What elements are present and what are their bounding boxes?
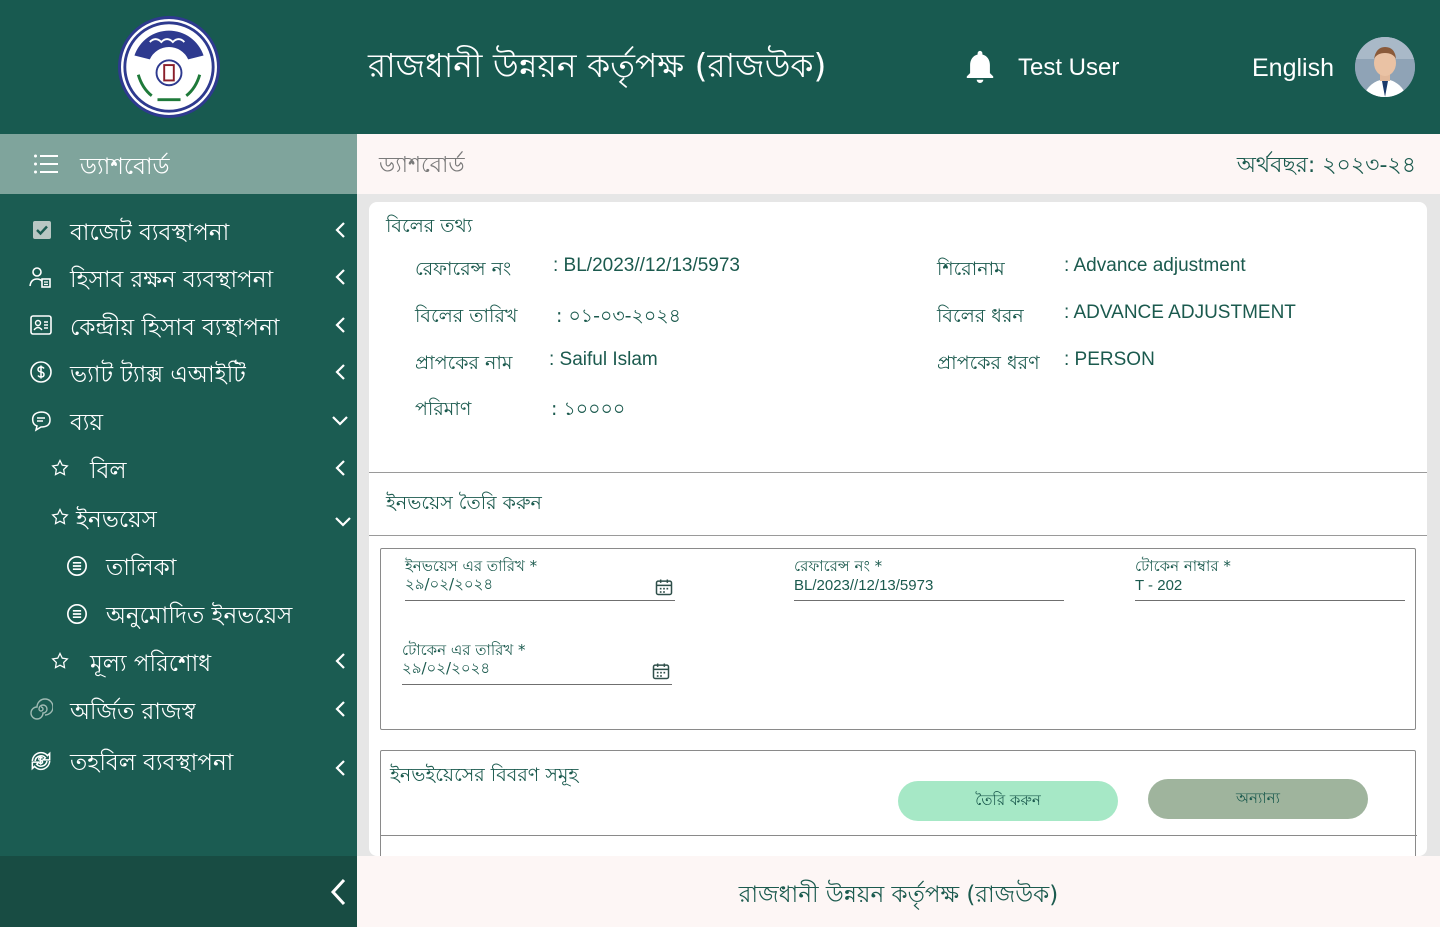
spiral-icon (30, 698, 53, 720)
payee-label: প্রাপকের নাম (415, 352, 513, 374)
chevron-down-icon (332, 416, 348, 426)
sidebar-item-bill[interactable]: বিল (0, 446, 357, 490)
collapse-sidebar-icon[interactable] (326, 876, 350, 908)
star-icon (51, 508, 69, 525)
divider (369, 535, 1427, 536)
create-invoice-button[interactable]: তৈরি করুন (898, 781, 1118, 821)
chevron-left-icon (335, 701, 345, 717)
sidebar-item-invoice[interactable]: ইনভয়েস (0, 495, 357, 539)
token-number-input[interactable] (1135, 575, 1405, 601)
chevron-left-icon (335, 653, 345, 669)
user-accounting-icon (29, 267, 51, 288)
sidebar-item-label: ব্যয় (70, 410, 104, 436)
sidebar-item-label: বাজেট ব্যবস্থাপনা (70, 220, 230, 246)
content-header: ড্যাশবোর্ড অর্থবছর: ২০২৩-২৪ (357, 134, 1440, 194)
sidebar-item-approved-invoice[interactable]: অনুমোদিত ইনভয়েস (0, 591, 357, 635)
sidebar-item-label: বিল (90, 458, 127, 484)
rajuk-logo (118, 16, 220, 118)
central-account-icon (30, 315, 52, 335)
sidebar-item-label: তহবিল ব্যবস্থাপনা (70, 750, 234, 776)
bill-info-title: বিলের তথ্য (386, 215, 473, 237)
user-avatar[interactable] (1355, 37, 1415, 97)
chevron-left-icon (335, 364, 345, 380)
amount-value: : ১০০০০ (551, 398, 626, 420)
bill-date-label: বিলের তারিখ (415, 305, 518, 327)
sidebar-item-revenue[interactable]: অর্জিত রাজস্ব (0, 687, 357, 731)
fund-exchange-icon (31, 751, 51, 771)
invoice-card: বিলের তথ্য রেফারেন্স নং : BL/2023//12/13… (369, 202, 1427, 856)
sidebar-item-label: কেন্দ্রীয় হিসাব ব্যস্থাপনা (70, 315, 280, 341)
checkbox-icon (33, 221, 51, 239)
invoice-details-title: ইনভইয়েসের বিবরণ সমূহ (390, 764, 579, 786)
sidebar-item-dashboard[interactable]: ড্যাশবোর্ড (0, 134, 357, 194)
sidebar-footer (0, 856, 357, 927)
invoice-form-box: ইনভয়েস এর তারিখ * রেফারেন্স নং * টোকেন … (380, 548, 1416, 730)
create-invoice-title: ইনভয়েস তৈরি করুন (386, 492, 542, 514)
notification-bell-icon[interactable] (962, 50, 998, 86)
sidebar-item-fund-management[interactable]: তহবিল ব্যবস্থাপনা (0, 738, 357, 782)
chevron-left-icon (335, 269, 345, 285)
chevron-left-icon (335, 460, 345, 476)
bill-date-value: : ০১-০৩-২০২৪ (556, 305, 681, 327)
invoice-ref-input[interactable] (794, 575, 1064, 601)
page-footer: রাজধানী উন্নয়ন কর্তৃপক্ষ (রাজউক) (357, 856, 1440, 927)
chevron-left-icon (335, 317, 345, 333)
list-circle-icon (67, 604, 87, 624)
language-toggle[interactable]: English (1252, 54, 1334, 83)
chevron-left-icon (335, 760, 345, 776)
chevron-down-icon (335, 517, 351, 527)
sidebar-item-vat-tax[interactable]: ভ্যাট ট্যাক্স এআইটি (0, 350, 357, 394)
ref-label: রেফারেন্স নং (415, 258, 512, 280)
sidebar-item-label: তালিকা (106, 555, 177, 581)
heading-value: : Advance adjustment (1064, 255, 1246, 276)
payee-type-value: : PERSON (1064, 349, 1155, 370)
sidebar-item-accounting[interactable]: হিসাব রক্ষন ব্যবস্থাপনা (0, 255, 357, 299)
expense-icon (31, 411, 51, 432)
sidebar-dashboard-label: ড্যাশবোর্ড (80, 154, 170, 180)
sidebar-item-central-accounts[interactable]: কেন্দ্রীয় হিসাব ব্যস্থাপনা (0, 303, 357, 347)
payee-value: : Saiful Islam (549, 349, 658, 370)
breadcrumb[interactable]: ড্যাশবোর্ড (379, 148, 465, 185)
user-name[interactable]: Test User (1018, 54, 1119, 82)
chevron-left-icon (335, 222, 345, 238)
calendar-icon[interactable] (654, 577, 674, 597)
sidebar-item-label: অনুমোদিত ইনভয়েস (106, 603, 293, 629)
list-circle-icon (67, 556, 87, 576)
divider (369, 472, 1427, 473)
sidebar-item-label: মূল্য পরিশোধ (90, 651, 212, 677)
ref-value: : BL/2023//12/13/5973 (553, 255, 740, 276)
menu-icon[interactable] (34, 154, 58, 174)
star-icon (51, 459, 69, 476)
other-button[interactable]: অন্যান্য (1148, 779, 1368, 819)
sidebar-item-label: ভ্যাট ট্যাক্স এআইটি (70, 362, 246, 388)
calendar-icon[interactable] (651, 661, 671, 681)
app-title: রাজধানী উন্নয়ন কর্তৃপক্ষ (রাজউক) (368, 46, 827, 85)
top-header: রাজধানী উন্নয়ন কর্তৃপক্ষ (রাজউক) Test U… (0, 0, 1440, 134)
payee-type-label: প্রাপকের ধরণ (937, 352, 1040, 374)
fiscal-year: অর্থবছর: ২০২৩-২৪ (1236, 153, 1416, 178)
token-date-input[interactable] (402, 659, 672, 685)
divider (381, 835, 1417, 836)
dollar-circle-icon (30, 361, 52, 383)
sidebar-item-label: ইনভয়েস (76, 507, 157, 533)
invoice-details-box: ইনভইয়েসের বিবরণ সমূহ তৈরি করুন অন্যান্য (380, 750, 1417, 856)
bill-type-value: : ADVANCE ADJUSTMENT (1064, 302, 1296, 323)
star-icon (51, 652, 69, 669)
sidebar-item-budget[interactable]: বাজেট ব্যবস্থাপনা (0, 208, 357, 252)
sidebar-item-invoice-list[interactable]: তালিকা (0, 543, 357, 587)
bill-type-label: বিলের ধরন (937, 305, 1024, 327)
sidebar: ড্যাশবোর্ড বাজেট ব্যবস্থাপনা হিসাব রক্ষন… (0, 134, 357, 856)
invoice-date-input[interactable] (405, 575, 675, 601)
sidebar-item-payment[interactable]: মূল্য পরিশোধ (0, 639, 357, 683)
sidebar-item-label: অর্জিত রাজস্ব (70, 699, 196, 725)
sidebar-item-label: হিসাব রক্ষন ব্যবস্থাপনা (70, 267, 274, 293)
amount-label: পরিমাণ (415, 398, 472, 420)
heading-label: শিরোনাম (937, 258, 1005, 280)
sidebar-item-expense[interactable]: ব্যয় (0, 398, 357, 442)
footer-text: রাজধানী উন্নয়ন কর্তৃপক্ষ (রাজউক) (738, 882, 1059, 908)
